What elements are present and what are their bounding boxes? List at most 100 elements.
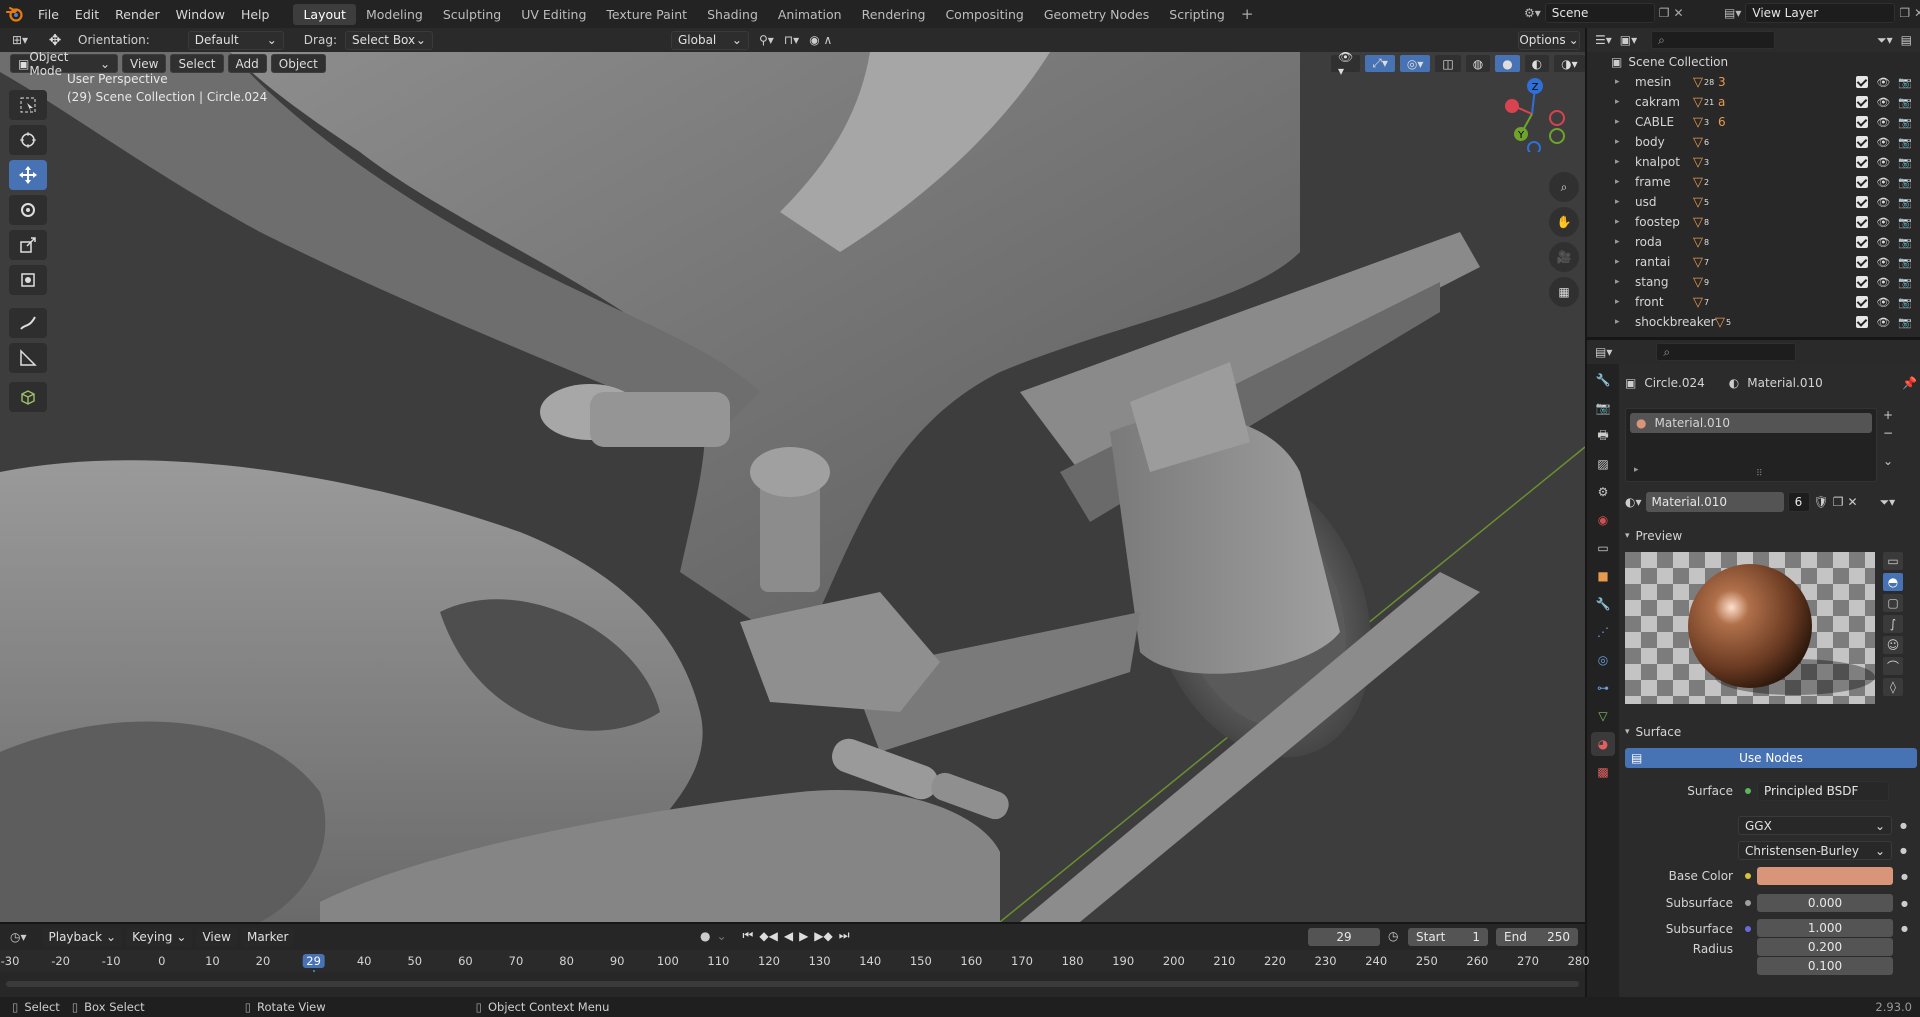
proportional-edit-icon[interactable]: ◉ ∧ [809, 33, 832, 47]
options-dropdown[interactable]: Options ⌄ [1518, 30, 1580, 50]
user-count-badge[interactable]: 6 [1787, 492, 1810, 512]
eye-icon[interactable]: 👁 [1876, 276, 1890, 289]
remove-slot-icon[interactable]: − [1883, 426, 1893, 440]
scale-tool-icon[interactable] [9, 230, 47, 260]
subsurface-method-dropdown[interactable]: Christensen-Burley ⌄ [1738, 841, 1892, 860]
rendered-shading-icon[interactable]: ◑▾ [1553, 54, 1585, 73]
select-box-tool-icon[interactable] [9, 90, 47, 120]
eye-icon[interactable]: 👁 [1876, 116, 1890, 129]
editor-type-icon[interactable]: ⊞▾ [0, 33, 40, 47]
outliner-row[interactable]: ▸ cakram ▽ 21 a 👁 📷 [1587, 92, 1920, 112]
outliner-row[interactable]: ▸ front ▽ 7 👁 📷 [1587, 292, 1920, 312]
object-menu[interactable]: Object [270, 54, 326, 73]
expand-arrow-icon[interactable]: ▸ [1615, 157, 1635, 167]
next-keyframe-icon[interactable]: ▶◆ [814, 929, 832, 943]
eye-icon[interactable]: 👁 [1876, 96, 1890, 109]
playback-menu[interactable]: Playback ⌄ [42, 927, 123, 947]
preview-panel-header[interactable]: ▾ Preview [1625, 526, 1917, 546]
render-tab-icon[interactable]: 📷 [1591, 396, 1615, 420]
keyframe-dot-icon[interactable]: ● [1901, 924, 1908, 933]
subsurface-radius-x[interactable]: 1.000 [1757, 919, 1893, 937]
modifier-tab-icon[interactable]: 🔧 [1591, 592, 1615, 616]
expand-arrow-icon[interactable]: ▸ [1615, 97, 1635, 107]
texture-tab-icon[interactable]: ▩ [1591, 760, 1615, 784]
expand-arrow-icon[interactable]: ▸ [1615, 257, 1635, 267]
tool-tab-icon[interactable]: 🔧 [1591, 368, 1615, 392]
filter-icon[interactable]: ⏷▾ [1877, 33, 1893, 48]
transform-orientation-dropdown[interactable]: Global ⌄ [670, 30, 749, 50]
exclude-checkbox[interactable] [1856, 236, 1869, 248]
preview-monkey-icon[interactable]: ☺ [1883, 636, 1903, 654]
unlink-icon[interactable]: ✕ [1848, 495, 1858, 509]
exclude-checkbox[interactable] [1856, 96, 1869, 108]
play-reverse-icon[interactable]: ◀ [784, 929, 793, 943]
exclude-checkbox[interactable] [1856, 276, 1869, 288]
exclude-checkbox[interactable] [1856, 76, 1869, 88]
play-icon[interactable]: ▶ [799, 929, 808, 943]
camera-icon[interactable]: 📷 [1898, 76, 1912, 89]
view-layer-copy-icon[interactable]: ❐ [1899, 6, 1910, 20]
expand-arrow-icon[interactable]: ▸ [1615, 237, 1635, 247]
drag-dropdown[interactable]: Select Box ⌄ [344, 30, 433, 50]
constraints-tab-icon[interactable]: ⊶ [1591, 676, 1615, 700]
exclude-checkbox[interactable] [1856, 316, 1869, 328]
camera-icon[interactable]: 📷 [1898, 276, 1912, 289]
camera-icon[interactable]: 📷 [1898, 176, 1912, 189]
expand-arrow-icon[interactable]: ▸ [1615, 117, 1635, 127]
preview-flat-icon[interactable]: ▭ [1883, 552, 1903, 570]
tab-compositing[interactable]: Compositing [935, 4, 1033, 25]
eye-icon[interactable]: 👁 [1876, 156, 1890, 169]
preview-range-icon[interactable]: ◷ [1388, 929, 1398, 943]
physics-tab-icon[interactable]: ◎ [1591, 648, 1615, 672]
outliner-editor-icon[interactable]: ☰▾ [1595, 33, 1612, 47]
snap-icon[interactable]: ⊓▾ [784, 33, 799, 47]
outliner-row[interactable]: ▸ rantai ▽ 7 👁 📷 [1587, 252, 1920, 272]
keyframe-dot-icon[interactable]: ● [1900, 821, 1907, 830]
display-mode-icon[interactable]: ▣▾ [1620, 33, 1637, 47]
material-slot-row[interactable]: ● Material.010 [1630, 413, 1872, 433]
expand-arrow-icon[interactable]: ▸ [1615, 217, 1635, 227]
add-cube-tool-icon[interactable] [9, 382, 47, 412]
tab-shading[interactable]: Shading [697, 4, 768, 25]
exclude-checkbox[interactable] [1856, 256, 1869, 268]
3d-viewport[interactable]: ▣ Object Mode ⌄ View Select Add Object 👁▾ … [0, 52, 1585, 922]
scene-collection-row[interactable]: ▣ Scene Collection [1587, 52, 1920, 72]
expand-arrow-icon[interactable]: ▸ [1615, 197, 1635, 207]
outliner-row[interactable]: ▸ usd ▽ 5 👁 📷 [1587, 192, 1920, 212]
duplicate-icon[interactable]: ❐ [1833, 495, 1844, 509]
orientation-dropdown[interactable]: Default ⌄ [187, 30, 284, 50]
pin-icon[interactable]: 📌 [1902, 376, 1917, 390]
camera-icon[interactable]: 📷 [1898, 96, 1912, 109]
menu-edit[interactable]: Edit [67, 7, 107, 22]
exclude-checkbox[interactable] [1856, 196, 1869, 208]
outliner-row[interactable]: ▸ frame ▽ 2 👁 📷 [1587, 172, 1920, 192]
zoom-icon[interactable]: ⌕ [1549, 172, 1579, 202]
start-frame-field[interactable]: Start 1 [1408, 928, 1488, 946]
collection-tab-icon[interactable]: ▭ [1591, 536, 1615, 560]
transform-tool-icon[interactable] [9, 265, 47, 295]
material-name-field[interactable]: Material.010 [1645, 492, 1784, 512]
exclude-checkbox[interactable] [1856, 116, 1869, 128]
move-tool-icon[interactable] [9, 160, 47, 190]
camera-icon[interactable]: 📷 [1898, 156, 1912, 169]
expand-arrow-icon[interactable]: ▸ [1615, 297, 1635, 307]
jump-start-icon[interactable]: ⏮ [743, 928, 754, 943]
view-layer-tab-icon[interactable]: ▨ [1591, 452, 1615, 476]
timeline-track-area[interactable] [0, 972, 1585, 997]
ortho-grid-icon[interactable]: ▦ [1549, 277, 1579, 307]
timeline-scrollbar[interactable] [6, 981, 1579, 987]
exclude-checkbox[interactable] [1856, 136, 1869, 148]
keyframe-dot-icon[interactable]: ● [1901, 899, 1908, 908]
end-frame-field[interactable]: End 250 [1496, 928, 1578, 946]
scene-tab-icon[interactable]: ⚙ [1591, 480, 1615, 504]
frame-ruler[interactable]: -30 -20 -10 0 10 20 29 40 50 60 70 80 90 100 110 120 130… [0, 950, 1590, 996]
wireframe-shading-icon[interactable]: ◍ [1464, 54, 1492, 73]
expand-icon[interactable]: ▸ [1634, 465, 1639, 475]
preview-sphere-icon[interactable]: ◓ [1883, 573, 1903, 591]
exclude-checkbox[interactable] [1856, 216, 1869, 228]
keyframe-dot-icon[interactable]: ● [1900, 846, 1907, 855]
marker-menu[interactable]: Marker [240, 927, 295, 947]
current-frame-field[interactable]: 29 [1308, 928, 1380, 946]
xray-icon[interactable]: ◫ [1434, 54, 1462, 73]
material-tab-icon[interactable]: ◕ [1591, 732, 1615, 756]
